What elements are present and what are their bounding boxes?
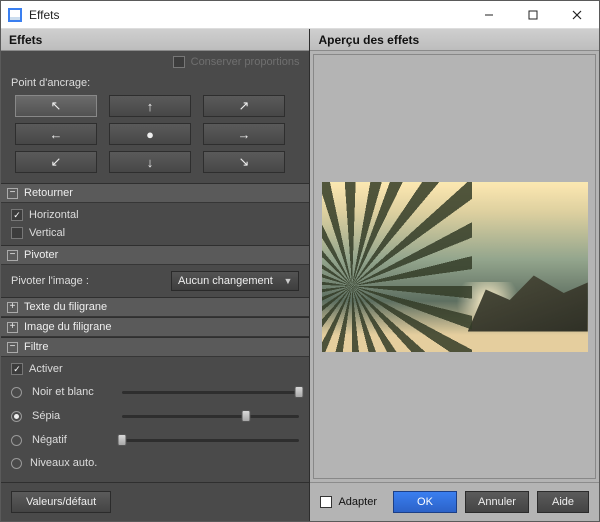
keep-proportions-row: Conserver proportions (1, 51, 309, 73)
section-watermark-image-header[interactable]: + Image du filigrane (1, 317, 309, 337)
left-footer: Valeurs/défaut (1, 482, 309, 521)
section-watermark-text-header[interactable]: + Texte du filigrane (1, 297, 309, 317)
filter-bw-slider[interactable] (122, 385, 299, 399)
collapse-icon: − (7, 188, 18, 199)
filter-enable-label: Activer (29, 363, 63, 375)
rotate-label: Pivoter l'image : (11, 275, 161, 287)
filter-auto-label: Niveaux auto. (30, 457, 97, 469)
anchor-top[interactable]: ↑ (109, 95, 191, 117)
anchor-center[interactable]: ● (109, 123, 191, 145)
filter-neg-radio[interactable] (11, 435, 22, 446)
expand-icon: + (7, 322, 18, 333)
filter-auto-radio[interactable] (11, 458, 22, 469)
section-flip-title: Retourner (24, 187, 73, 199)
filter-sepia-slider[interactable] (122, 409, 299, 423)
collapse-icon: − (7, 342, 18, 353)
minimize-button[interactable] (467, 2, 511, 28)
cancel-button[interactable]: Annuler (465, 491, 529, 513)
flip-vertical-row[interactable]: Vertical (11, 227, 299, 239)
rotate-select[interactable]: Aucun changement ▼ (171, 271, 299, 291)
filter-sepia-row: Sépia (11, 409, 299, 423)
filter-enable-checkbox[interactable] (11, 363, 23, 375)
filter-neg-label: Négatif (32, 434, 112, 446)
defaults-button[interactable]: Valeurs/défaut (11, 491, 111, 513)
flip-horizontal-row[interactable]: Horizontal (11, 209, 299, 221)
fit-row[interactable]: Adapter (320, 496, 377, 508)
effects-pane: Effets Conserver proportions Point d'anc… (1, 29, 310, 521)
flip-vertical-checkbox[interactable] (11, 227, 23, 239)
flip-horizontal-label: Horizontal (29, 209, 79, 221)
app-icon (7, 7, 23, 23)
section-filter-title: Filtre (24, 341, 48, 353)
keep-proportions-checkbox[interactable] (173, 56, 185, 68)
flip-vertical-label: Vertical (29, 227, 65, 239)
ok-button[interactable]: OK (393, 491, 457, 513)
effects-pane-title: Effets (1, 29, 309, 51)
right-footer: Adapter OK Annuler Aide (310, 482, 599, 521)
filter-sepia-radio[interactable] (11, 411, 22, 422)
anchor-top-left[interactable]: ↖ (15, 95, 97, 117)
section-rotate-header[interactable]: − Pivoter (1, 245, 309, 265)
filter-bw-radio[interactable] (11, 387, 22, 398)
window: Effets Effets Conserver proportions Poin… (0, 0, 600, 522)
preview-pane: Aperçu des effets Adapter OK Annuler Aid… (310, 29, 599, 521)
effects-scroll: Conserver proportions Point d'ancrage: ↖… (1, 51, 309, 482)
anchor-bottom[interactable]: ↓ (109, 151, 191, 173)
anchor-label: Point d'ancrage: (1, 73, 309, 95)
filter-neg-slider[interactable] (122, 433, 299, 447)
filter-bw-label: Noir et blanc (32, 386, 112, 398)
filter-bw-row: Noir et blanc (11, 385, 299, 399)
anchor-left[interactable]: ← (15, 123, 97, 145)
help-button[interactable]: Aide (537, 491, 589, 513)
section-filter-body: Activer Noir et blanc Sépia (1, 357, 309, 475)
flip-horizontal-checkbox[interactable] (11, 209, 23, 221)
anchor-top-right[interactable]: ↗ (203, 95, 285, 117)
section-flip-body: Horizontal Vertical (1, 203, 309, 245)
rotate-select-value: Aucun changement (178, 275, 273, 287)
section-watermark-text-title: Texte du filigrane (24, 301, 107, 313)
filter-auto-row[interactable]: Niveaux auto. (11, 457, 299, 469)
section-rotate-title: Pivoter (24, 249, 58, 261)
anchor-right[interactable]: → (203, 123, 285, 145)
section-filter-header[interactable]: − Filtre (1, 337, 309, 357)
section-rotate-body: Pivoter l'image : Aucun changement ▼ (1, 265, 309, 297)
anchor-bottom-right[interactable]: ↘ (203, 151, 285, 173)
maximize-button[interactable] (511, 2, 555, 28)
fit-checkbox[interactable] (320, 496, 332, 508)
titlebar: Effets (1, 1, 599, 29)
filter-enable-row[interactable]: Activer (11, 363, 299, 375)
filter-neg-row: Négatif (11, 433, 299, 447)
window-title: Effets (29, 8, 467, 22)
close-button[interactable] (555, 2, 599, 28)
chevron-down-icon: ▼ (284, 276, 293, 286)
collapse-icon: − (7, 250, 18, 261)
dialog-body: Effets Conserver proportions Point d'anc… (1, 29, 599, 521)
filter-sepia-label: Sépia (32, 410, 112, 422)
section-flip-header[interactable]: − Retourner (1, 183, 309, 203)
anchor-grid: ↖ ↑ ↗ ← ● → ↙ ↓ ↘ (1, 95, 309, 183)
fit-label: Adapter (338, 496, 377, 508)
preview-area (313, 54, 596, 479)
preview-image (322, 182, 588, 352)
keep-proportions-label: Conserver proportions (191, 56, 300, 68)
anchor-bottom-left[interactable]: ↙ (15, 151, 97, 173)
section-watermark-image-title: Image du filigrane (24, 321, 111, 333)
preview-pane-title: Aperçu des effets (310, 29, 599, 51)
expand-icon: + (7, 302, 18, 313)
